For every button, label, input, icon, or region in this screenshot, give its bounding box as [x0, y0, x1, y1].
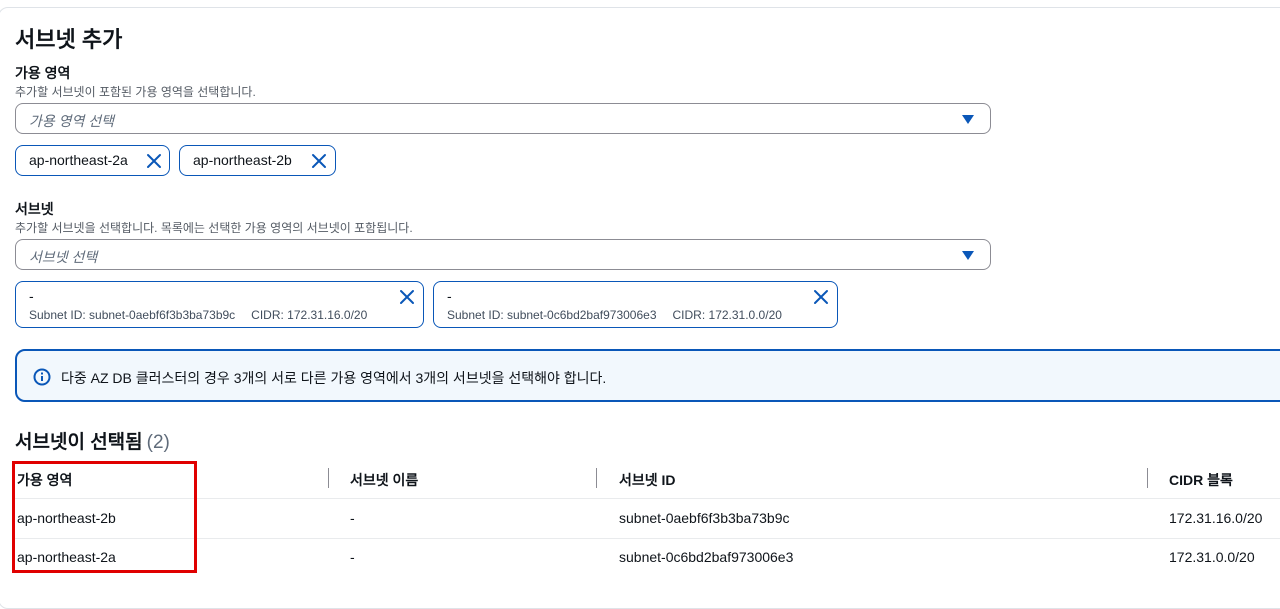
- selected-subnets-heading: 서브넷이 선택됨 (2): [15, 427, 170, 454]
- az-token-2b: ap-northeast-2b: [179, 145, 336, 176]
- subnet-placeholder: 서브넷 선택: [29, 249, 98, 265]
- availability-zone-description: 추가할 서브넷이 포함된 가용 영역을 선택합니다.: [15, 85, 256, 99]
- column-header-subnet-id[interactable]: 서브넷 ID: [619, 470, 676, 490]
- cell-az: ap-northeast-2b: [17, 510, 116, 526]
- subnet-token: - Subnet ID: subnet-0aebf6f3b3ba73b9c CID…: [15, 281, 424, 328]
- subnet-token-meta: Subnet ID: subnet-0aebf6f3b3ba73b9c CIDR:…: [29, 308, 367, 322]
- subnet-label: 서브넷: [15, 201, 54, 217]
- cell-az: ap-northeast-2a: [17, 549, 116, 565]
- az-token-label: ap-northeast-2a: [29, 152, 128, 168]
- subnet-token-cidr: CIDR: 172.31.16.0/20: [251, 308, 368, 322]
- cell-subnet-id: subnet-0c6bd2baf973006e3: [619, 549, 794, 565]
- subnet-description: 추가할 서브넷을 선택합니다. 목록에는 선택한 가용 영역의 서브넷이 포함됩…: [15, 221, 413, 235]
- subnet-token-name: -: [447, 288, 452, 304]
- availability-zone-label: 가용 영역: [15, 65, 71, 81]
- cell-subnet-name: -: [350, 510, 355, 526]
- subnet-token-meta: Subnet ID: subnet-0c6bd2baf973006e3 CIDR:…: [447, 308, 782, 322]
- selected-subnets-count: (2): [146, 432, 170, 453]
- subnet-select[interactable]: 서브넷 선택: [15, 239, 991, 270]
- cell-cidr: 172.31.16.0/20: [1169, 510, 1263, 526]
- info-alert-message: 다중 AZ DB 클러스터의 경우 3개의 서로 다른 가용 영역에서 3개의 …: [61, 370, 607, 386]
- remove-token-icon[interactable]: [813, 289, 829, 305]
- subnet-token-name: -: [29, 288, 34, 304]
- info-alert: 다중 AZ DB 클러스터의 경우 3개의 서로 다른 가용 영역에서 3개의 …: [15, 349, 1280, 402]
- availability-zone-placeholder: 가용 영역 선택: [29, 113, 115, 129]
- remove-token-icon[interactable]: [146, 153, 162, 169]
- column-header-cidr[interactable]: CIDR 블록: [1169, 470, 1233, 490]
- subnet-token-cidr: CIDR: 172.31.0.0/20: [672, 308, 782, 322]
- subnet-token: - Subnet ID: subnet-0c6bd2baf973006e3 CID…: [433, 281, 838, 328]
- column-header-subnet-name[interactable]: 서브넷 이름: [350, 470, 418, 490]
- az-token-2a: ap-northeast-2a: [15, 145, 170, 176]
- availability-zone-select[interactable]: 가용 영역 선택: [15, 103, 991, 134]
- selected-subnets-title: 서브넷이 선택됨: [15, 432, 143, 453]
- column-resizer[interactable]: [596, 468, 597, 488]
- subnet-token-id: Subnet ID: subnet-0c6bd2baf973006e3: [447, 308, 657, 322]
- table-divider: [13, 538, 1280, 539]
- section-title: 서브넷 추가: [15, 27, 123, 52]
- column-resizer[interactable]: [1147, 468, 1148, 488]
- cell-subnet-name: -: [350, 549, 355, 565]
- column-header-az[interactable]: 가용 영역: [17, 470, 72, 490]
- cell-subnet-id: subnet-0aebf6f3b3ba73b9c: [619, 510, 790, 526]
- remove-token-icon[interactable]: [311, 153, 327, 169]
- az-token-label: ap-northeast-2b: [193, 152, 292, 168]
- table-divider: [13, 498, 1280, 499]
- info-icon: [33, 368, 51, 391]
- column-resizer[interactable]: [328, 468, 329, 488]
- remove-token-icon[interactable]: [399, 289, 415, 305]
- cell-cidr: 172.31.0.0/20: [1169, 549, 1255, 565]
- caret-down-icon[interactable]: [962, 251, 974, 260]
- caret-down-icon[interactable]: [962, 115, 974, 124]
- subnet-token-id: Subnet ID: subnet-0aebf6f3b3ba73b9c: [29, 308, 236, 322]
